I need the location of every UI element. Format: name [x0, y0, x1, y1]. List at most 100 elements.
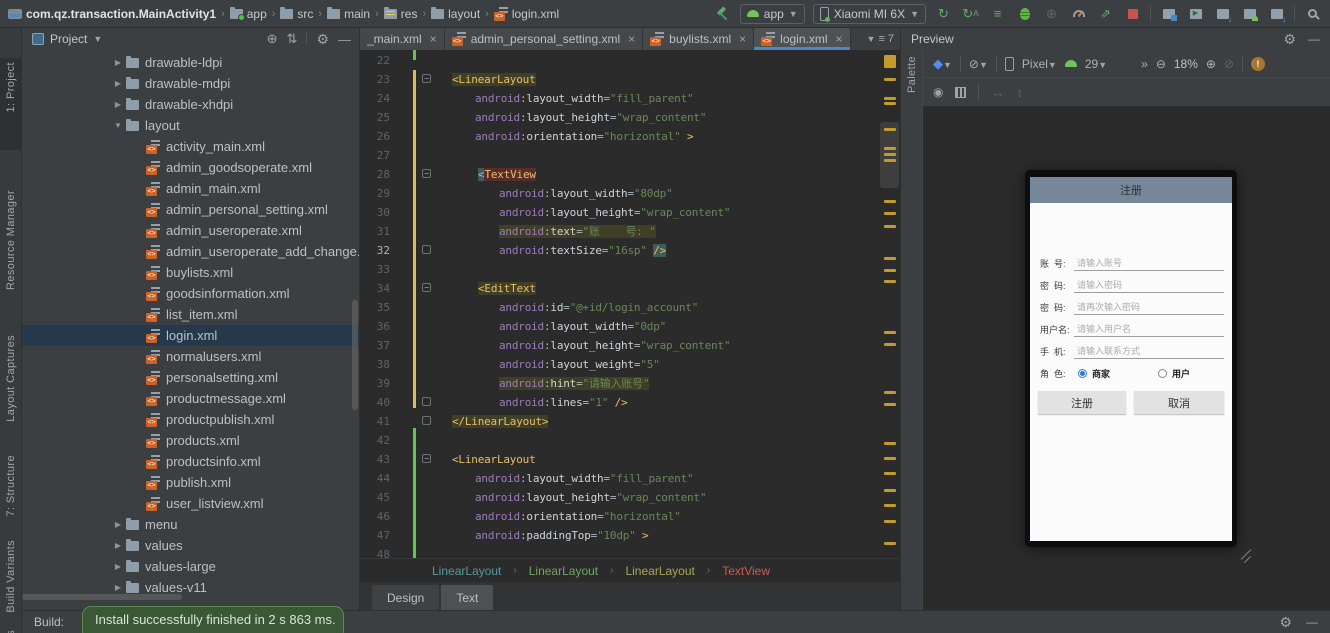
zoom-out-button[interactable]: ⊖: [1156, 57, 1166, 71]
editor-tabs-overflow[interactable]: ▼ ≡ 7: [867, 28, 900, 50]
expand-horizontal-icon[interactable]: ↔: [991, 85, 1004, 100]
hide-panel-button[interactable]: —: [338, 32, 351, 47]
tool-tab-layout-captures[interactable]: Layout Captures: [0, 331, 21, 443]
apply-changes-button[interactable]: ↻ A: [961, 4, 980, 23]
fold-marker-icon[interactable]: [422, 416, 431, 425]
fold-marker-icon[interactable]: −: [422, 74, 431, 83]
tree-file-admin_useroperate_add_change.x[interactable]: admin_useroperate_add_change.x: [22, 241, 359, 262]
stop-button[interactable]: [1123, 4, 1142, 23]
radio-option-用户[interactable]: 用户: [1158, 367, 1190, 380]
profile-app-button[interactable]: ⇗: [1096, 4, 1115, 23]
layout-columns-icon[interactable]: [955, 86, 967, 98]
more-actions-button[interactable]: »: [1141, 57, 1148, 71]
xml-breadcrumb-2[interactable]: LinearLayout: [625, 564, 694, 578]
stripe-mark[interactable]: [884, 257, 896, 260]
tool-tab-1-project[interactable]: 1: Project: [0, 58, 21, 150]
tree-file-publish.xml[interactable]: publish.xml: [22, 472, 359, 493]
stripe-mark[interactable]: [884, 442, 896, 445]
breadcrumb-item-src[interactable]: src: [280, 6, 313, 21]
xml-breadcrumb-1[interactable]: LinearLayout: [529, 564, 598, 578]
tree-file-productmessage.xml[interactable]: productmessage.xml: [22, 388, 359, 409]
warning-indicator[interactable]: !: [1251, 56, 1266, 71]
run-config-selector[interactable]: app ▼: [739, 3, 805, 24]
api-level-selector[interactable]: 29▼: [1085, 57, 1107, 71]
stripe-mark[interactable]: [884, 159, 896, 162]
breadcrumb-item-com.qz.transaction.MainActivity1[interactable]: com.qz.transaction.MainActivity1: [8, 7, 216, 21]
attach-debugger-button[interactable]: ⊕: [1042, 4, 1061, 23]
tree-folder-values[interactable]: ▶ values: [22, 535, 359, 556]
device-selector[interactable]: Xiaomi MI 6X ▼: [812, 3, 926, 24]
run-button[interactable]: ↻: [934, 4, 953, 23]
fold-marker-icon[interactable]: [422, 245, 431, 254]
tree-file-admin_personal_setting.xml[interactable]: admin_personal_setting.xml: [22, 199, 359, 220]
breadcrumb-item-app[interactable]: app: [229, 6, 267, 21]
preview-canvas[interactable]: 注册 账 号: 请输入账号密 码: 请输入密码密 码: 请再次输入密码 用户名: 请输入用…: [923, 106, 1330, 610]
search-everywhere-button[interactable]: [1303, 4, 1322, 23]
field-input[interactable]: 请输入联系方式: [1074, 343, 1224, 359]
stripe-mark[interactable]: [884, 102, 896, 105]
tree-folder-layout[interactable]: ▼ layout: [22, 115, 359, 136]
hide-preview-button[interactable]: —: [1308, 32, 1320, 46]
tree-file-user_listview.xml[interactable]: user_listview.xml: [22, 493, 359, 514]
project-vertical-scrollbar[interactable]: [352, 300, 358, 410]
tree-file-personalsetting.xml[interactable]: personalsetting.xml: [22, 367, 359, 388]
stripe-mark[interactable]: [884, 147, 896, 150]
gear-icon[interactable]: ⚙: [1283, 31, 1296, 48]
phone-button-注册[interactable]: 注册: [1038, 391, 1126, 414]
stripe-mark[interactable]: [884, 520, 896, 523]
debug-button[interactable]: [1015, 4, 1034, 23]
sdk-manager-button[interactable]: [1267, 4, 1287, 25]
tree-file-activity_main.xml[interactable]: activity_main.xml: [22, 136, 359, 157]
zoom-in-button[interactable]: ⊕: [1206, 57, 1216, 71]
tree-file-admin_useroperate.xml[interactable]: admin_useroperate.xml: [22, 220, 359, 241]
phone-button-取消[interactable]: 取消: [1134, 391, 1224, 414]
build-notification-balloon[interactable]: Install successfully finished in 2 s 863…: [82, 606, 344, 633]
editor-tab-_main.xml[interactable]: _main.xml ×: [360, 28, 445, 50]
stripe-mark[interactable]: [884, 472, 896, 475]
tool-tab-resource-manager[interactable]: Resource Manager: [0, 186, 21, 328]
breadcrumb-item-main[interactable]: main: [327, 6, 370, 21]
resize-handle[interactable]: [1243, 555, 1252, 564]
tool-tab-build-variants[interactable]: Build Variants: [0, 536, 21, 628]
editor-tab-admin_personal_setting.xml[interactable]: admin_personal_setting.xml ×: [444, 28, 644, 50]
stripe-mark[interactable]: [884, 391, 896, 394]
project-horizontal-scrollbar[interactable]: [22, 594, 182, 600]
stripe-mark[interactable]: [884, 97, 896, 100]
field-input[interactable]: 请输入密码: [1074, 277, 1224, 293]
close-icon[interactable]: ×: [739, 32, 746, 46]
stripe-mark[interactable]: [884, 153, 896, 156]
orientation-button[interactable]: ⊘▼: [969, 57, 988, 71]
build-hammer-button[interactable]: [713, 4, 732, 23]
tree-file-normalusers.xml[interactable]: normalusers.xml: [22, 346, 359, 367]
tree-file-productsinfo.xml[interactable]: productsinfo.xml: [22, 451, 359, 472]
tree-file-login.xml[interactable]: login.xml: [22, 325, 359, 346]
status-collapse-button[interactable]: —: [1306, 615, 1318, 629]
device-file-explorer-button[interactable]: [1159, 4, 1178, 23]
tree-file-buylists.xml[interactable]: buylists.xml: [22, 262, 359, 283]
chevron-down-icon[interactable]: ▼: [93, 34, 102, 44]
view-options-eye-icon[interactable]: ◉: [933, 85, 943, 99]
stripe-mark[interactable]: [884, 343, 896, 346]
tree-file-admin_goodsoperate.xml[interactable]: admin_goodsoperate.xml: [22, 157, 359, 178]
editor-error-stripe[interactable]: [880, 50, 900, 558]
zoom-fit-button[interactable]: ⊘: [1224, 57, 1234, 71]
locate-file-button[interactable]: ⊕: [267, 31, 278, 47]
stripe-mark[interactable]: [884, 55, 896, 68]
close-icon[interactable]: ×: [628, 32, 635, 46]
stripe-mark[interactable]: [884, 504, 896, 507]
editor-tab-login.xml[interactable]: login.xml ×: [754, 28, 851, 50]
tree-file-products.xml[interactable]: products.xml: [22, 430, 359, 451]
stripe-mark[interactable]: [884, 225, 896, 228]
stripe-mark[interactable]: [884, 457, 896, 460]
profiler-button[interactable]: [1069, 4, 1088, 23]
tool-tab-7-structure[interactable]: 7: Structure: [0, 451, 21, 533]
fold-marker-icon[interactable]: −: [422, 283, 431, 292]
avd-manager-button[interactable]: [1186, 4, 1205, 23]
tree-file-admin_main.xml[interactable]: admin_main.xml: [22, 178, 359, 199]
fold-marker-icon[interactable]: −: [422, 169, 431, 178]
tree-folder-drawable-ldpi[interactable]: ▶ drawable-ldpi: [22, 52, 359, 73]
expand-vertical-icon[interactable]: ↕: [1016, 85, 1023, 100]
breadcrumb-item-login.xml[interactable]: login.xml: [493, 6, 559, 21]
field-input[interactable]: 请输入账号: [1074, 255, 1224, 271]
breadcrumb-item-res[interactable]: res: [383, 6, 417, 21]
